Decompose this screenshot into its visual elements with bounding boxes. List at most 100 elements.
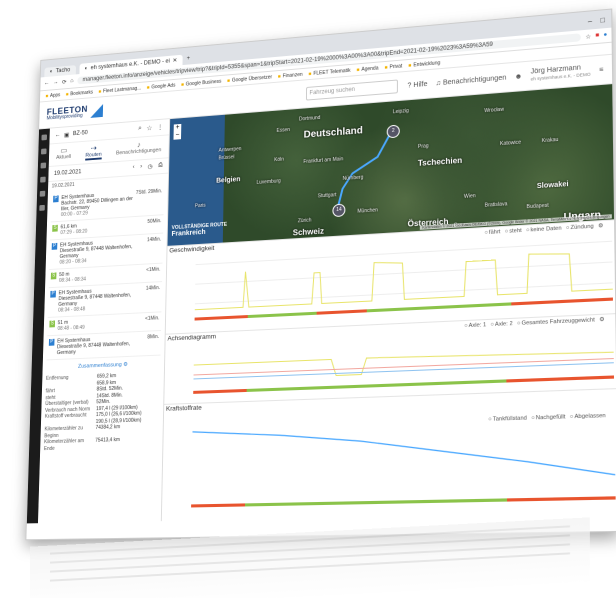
- map-zoom-control[interactable]: + −: [173, 123, 182, 140]
- bookmark-item[interactable]: Google Übersetzer: [227, 74, 272, 84]
- help-link[interactable]: ? Hilfe: [407, 80, 427, 89]
- stop-list: P EH Systemhaus Bachstr. 22, 89450 Dilling…: [43, 183, 168, 362]
- stop-addr: Diesestraße 9, 87448 Waltenhofen, German…: [56, 341, 131, 357]
- fleeton-logo[interactable]: FLEETON Mobilitysproviding: [47, 104, 104, 121]
- bell-icon: ♫: [435, 79, 441, 87]
- bookmark-item[interactable]: Privat: [384, 63, 402, 70]
- city-label: Paris: [194, 202, 206, 210]
- stop-duration: 7Std. 29Min.: [135, 188, 163, 196]
- drive-badge: S: [49, 320, 56, 328]
- menu-icon[interactable]: ≡: [599, 66, 603, 73]
- city-label: Prag: [417, 143, 429, 150]
- bookmark-item[interactable]: Agenda: [356, 65, 378, 73]
- legend-item[interactable]: Tankfüllstand: [488, 415, 527, 422]
- nav-vehicles-icon[interactable]: [41, 148, 47, 155]
- tab-aktuell[interactable]: ▭ Aktuell: [56, 146, 71, 163]
- minimize-icon[interactable]: –: [588, 18, 592, 25]
- bookmark-item[interactable]: Fleet Lastmanag...: [98, 85, 141, 94]
- truck-icon: ▣: [64, 132, 70, 139]
- tab-label: Routen: [85, 151, 102, 159]
- settings-icon[interactable]: ⚙: [598, 223, 603, 230]
- legend-item[interactable]: Nachgefüllt: [531, 414, 566, 421]
- user-icon[interactable]: ☻: [515, 73, 523, 81]
- nav-drivers-icon[interactable]: [39, 190, 46, 197]
- city-label: Brüssel: [218, 154, 235, 162]
- tab-benachrichtigungen[interactable]: ♪ Benachrichtigungen: [116, 139, 162, 159]
- bookmark-item[interactable]: Google Ads: [147, 82, 175, 90]
- stop-details: EH Systemhaus Diesestraße 9, 87448 Walten…: [58, 286, 143, 314]
- stop-details: 61,6 km 07:29 - 08:20: [60, 219, 144, 236]
- tab-routen[interactable]: ⇢ Routen: [85, 143, 102, 161]
- drive-badge: S: [50, 272, 57, 280]
- stop-duration: 14Min.: [145, 285, 161, 292]
- user-menu[interactable]: Jörg Harzmann eh systemhaus e.K. - DEMO: [531, 64, 591, 83]
- stop-duration: 14Min.: [146, 236, 162, 244]
- prev-day-icon[interactable]: ‹: [133, 165, 135, 172]
- help-icon: ?: [407, 81, 412, 90]
- tab-label: Benachrichtigungen: [116, 147, 162, 157]
- vehicle-name: BZ-50: [72, 130, 88, 138]
- parking-badge: P: [50, 290, 56, 298]
- parking-badge: P: [51, 242, 58, 250]
- city-label: Stuttgart: [317, 192, 337, 200]
- fuel-chart-svg: [162, 389, 616, 508]
- back-arrow-icon[interactable]: ←: [55, 132, 61, 138]
- legend-item[interactable]: Abgelassen: [570, 413, 605, 420]
- legend-item[interactable]: fährt: [484, 229, 501, 236]
- main-area: + − Deutschland Belgien Tschechien Slowakei Ö…: [161, 84, 616, 522]
- stop-duration: <1Min.: [146, 266, 161, 274]
- legend-item[interactable]: steht: [505, 228, 522, 235]
- legend-item[interactable]: Axle: 1: [464, 323, 487, 330]
- profile-icon[interactable]: ●: [603, 32, 607, 38]
- country-label: Schweiz: [292, 226, 324, 238]
- vehicle-search-input[interactable]: Fahrzeug suchen: [305, 79, 398, 101]
- app-body: ← ▣ BZ-50 ⌕ ☆ ⋮ ▭ Aktuell ⇢ Routen ♪ Benachrich…: [26, 84, 616, 524]
- city-label: Zürich: [297, 217, 312, 225]
- legend-item[interactable]: Axle: 2: [490, 321, 513, 328]
- tab-label: Aktuell: [55, 154, 72, 161]
- fuel-chart[interactable]: Kraftstoffrate Tankfüllstand Nachgefüllt A…: [161, 387, 616, 522]
- tab-favicon-icon: ◐: [49, 68, 54, 75]
- bookmark-item[interactable]: Google Business: [181, 78, 222, 87]
- stop-details: EH Systemhaus Diesestraße 9, 87448 Walten…: [57, 335, 145, 356]
- date-picker[interactable]: 19.02.2021: [54, 169, 81, 177]
- forward-icon[interactable]: →: [53, 80, 59, 86]
- extension-icon[interactable]: ■: [595, 33, 599, 39]
- star-icon[interactable]: ☆: [585, 33, 591, 41]
- settings-icon[interactable]: ⚙: [599, 317, 604, 324]
- next-day-icon[interactable]: ›: [140, 164, 142, 171]
- settings-icon[interactable]: ⚙: [123, 362, 128, 368]
- new-tab-button[interactable]: +: [183, 56, 194, 65]
- city-label: Leipzig: [392, 108, 409, 116]
- nav-dashboard-icon[interactable]: [41, 134, 48, 141]
- vehicle-panel: ← ▣ BZ-50 ⌕ ☆ ⋮ ▭ Aktuell ⇢ Routen ♪ Benachrich…: [37, 119, 171, 524]
- maximize-icon[interactable]: □: [600, 17, 605, 24]
- bookmark-item[interactable]: Entwicklung: [408, 60, 440, 69]
- stop-details: EH Systemhaus Diesestraße 9, 87448 Walten…: [59, 238, 144, 266]
- stop-duration: 8Min.: [147, 334, 160, 341]
- print-icon[interactable]: ⎙: [158, 162, 163, 169]
- logo-mark-icon: [90, 104, 103, 118]
- stat-row: Kilometerzähler am Ende 75413,4 km: [44, 436, 159, 452]
- stage: ◐ Tacho ◐ eh systemhaus e.K. - DEMO - ei ✕…: [0, 0, 616, 598]
- back-icon[interactable]: ←: [44, 80, 50, 86]
- reload-icon[interactable]: ⟳: [62, 78, 67, 85]
- home-icon[interactable]: ⌂: [70, 78, 73, 84]
- nav-reports-icon[interactable]: [40, 176, 46, 183]
- nav-settings-icon[interactable]: [39, 204, 45, 211]
- bookmark-item[interactable]: Bookmarks: [66, 89, 93, 97]
- notifications-link[interactable]: ♫ Benachrichtigungen: [436, 74, 507, 87]
- city-label: München: [357, 207, 378, 215]
- list-item[interactable]: P EH Systemhaus Diesestraße 9, 87448 Walte…: [46, 330, 162, 361]
- nav-routes-icon[interactable]: [40, 162, 47, 169]
- browser-window: ◐ Tacho ◐ eh systemhaus e.K. - DEMO - ei ✕…: [25, 8, 616, 541]
- more-icon[interactable]: ⋮: [157, 123, 164, 131]
- bookmark-item[interactable]: Finanzen: [278, 71, 303, 79]
- history-icon[interactable]: ◷: [148, 163, 153, 170]
- search-icon[interactable]: ⌕: [138, 125, 142, 133]
- bookmark-item[interactable]: FLEET Telematik: [308, 67, 350, 76]
- parking-badge: P: [48, 338, 55, 346]
- bookmark-item[interactable]: Apps: [45, 92, 60, 99]
- parking-badge: P: [53, 195, 59, 203]
- favorite-icon[interactable]: ☆: [146, 124, 152, 132]
